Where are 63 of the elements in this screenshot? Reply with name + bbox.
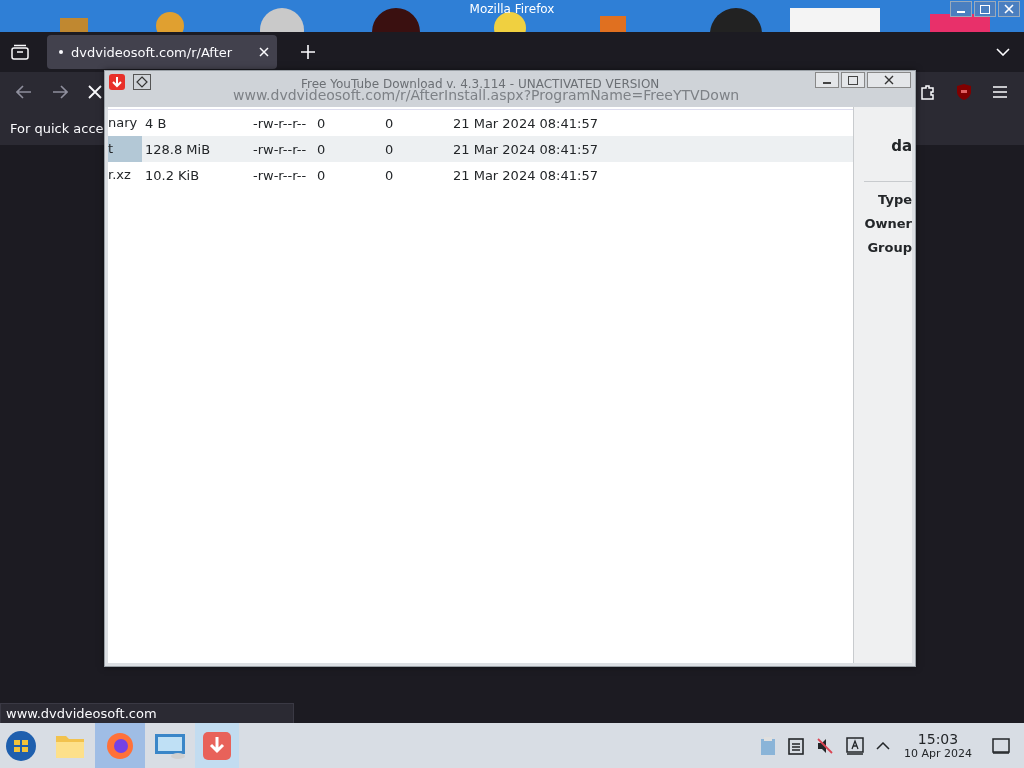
property-label: Owner <box>864 216 912 233</box>
file-row[interactable]: nary 4 B -rw-r--r-- 0 0 21 Mar 2024 08:41:57 <box>108 110 853 136</box>
panel-heading: da <box>891 137 912 155</box>
close-button[interactable] <box>867 72 911 88</box>
table-cell: 0 <box>317 115 326 131</box>
start-orb-icon[interactable] <box>5 729 37 762</box>
clipboard-icon[interactable] <box>760 735 776 756</box>
clock-date[interactable]: 10 Apr 2024 <box>904 747 972 760</box>
keyboard-layout-icon[interactable] <box>846 736 864 755</box>
property-label: Group <box>867 240 912 257</box>
muted-speaker-icon[interactable] <box>816 736 834 755</box>
taskbar-app[interactable] <box>195 723 239 768</box>
maximize-button[interactable] <box>974 1 996 17</box>
table-cell: 0 <box>385 167 394 183</box>
show-desktop-icon[interactable] <box>992 737 1010 754</box>
table-cell: 21 Mar 2024 08:41:57 <box>453 141 598 157</box>
puzzle-icon[interactable] <box>920 84 936 100</box>
close-icon <box>1004 4 1014 14</box>
window-title: Mozilla Firefox <box>469 2 555 16</box>
shield-icon[interactable] <box>956 83 972 101</box>
file-row[interactable]: t 128.8 MiB -rw-r--r-- 0 0 21 Mar 2024 08:41:57 <box>108 136 853 162</box>
back-icon[interactable] <box>16 85 32 99</box>
table-cell: 0 <box>385 141 394 157</box>
minimize-button[interactable] <box>950 1 972 17</box>
bookmarks-hint: For quick acce <box>10 121 104 136</box>
table-cell: -rw-r--r-- <box>253 167 307 183</box>
status-url: www.dvdvideosoft.com <box>0 703 294 723</box>
table-cell: 0 <box>317 167 326 183</box>
table-cell-text: r.xz <box>108 166 132 184</box>
chevron-down-icon[interactable] <box>996 48 1010 56</box>
taskbar-app[interactable] <box>95 723 145 768</box>
close-button[interactable] <box>998 1 1020 17</box>
browser-tab[interactable]: dvdvideosoft.com/r/After <box>47 35 277 69</box>
browser-icon <box>105 730 135 761</box>
clock-time[interactable]: 15:03 <box>917 731 959 747</box>
minimize-button[interactable] <box>815 72 839 88</box>
table-cell: 21 Mar 2024 08:41:57 <box>453 115 598 131</box>
table-cell: 21 Mar 2024 08:41:57 <box>453 167 598 183</box>
table-cell: -rw-r--r-- <box>253 115 307 131</box>
table-cell: 128.8 MiB <box>145 141 211 157</box>
download-app-icon <box>202 730 232 761</box>
table-cell: 0 <box>317 141 326 157</box>
maximize-button[interactable] <box>841 72 865 88</box>
stop-icon[interactable] <box>88 85 102 99</box>
table-cell: 10.2 KiB <box>145 167 200 183</box>
table-cell: 4 B <box>145 115 167 131</box>
chevron-up-icon[interactable] <box>876 741 890 750</box>
download-app-icon <box>109 74 125 90</box>
tab-list-icon[interactable] <box>11 44 29 60</box>
table-cell: t <box>108 136 142 162</box>
forward-icon[interactable] <box>52 85 68 99</box>
new-tab-icon[interactable] <box>301 45 315 59</box>
close-icon[interactable] <box>259 47 269 57</box>
table-cell: 0 <box>385 115 394 131</box>
table-cell: -rw-r--r-- <box>253 141 307 157</box>
property-label: Type <box>878 192 912 209</box>
file-row[interactable]: r.xz 10.2 KiB -rw-r--r-- 0 0 21 Mar 2024 08:41:57 <box>108 162 853 188</box>
close-icon <box>884 75 894 85</box>
table-cell-text: nary <box>108 114 139 132</box>
diamond-icon[interactable] <box>133 74 151 90</box>
menu-icon[interactable] <box>992 85 1008 99</box>
notes-icon[interactable] <box>788 736 804 755</box>
monitor-icon <box>154 731 186 760</box>
